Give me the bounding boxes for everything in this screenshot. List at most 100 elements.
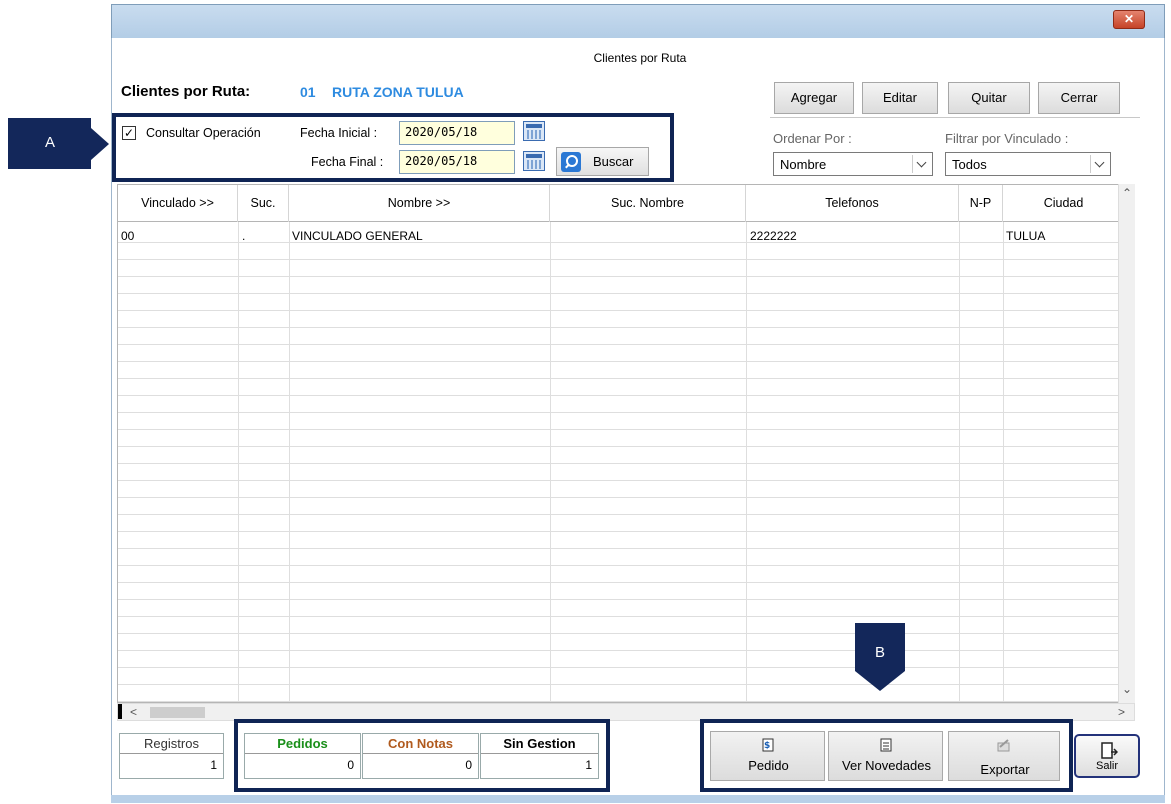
- scroll-up-icon[interactable]: ⌃: [1122, 186, 1132, 200]
- filtrar-vinculado-label: Filtrar por Vinculado :: [945, 131, 1069, 146]
- row-separator: [118, 412, 1128, 413]
- row-separator: [118, 259, 1128, 260]
- route-code: 01: [300, 84, 316, 100]
- row-separator: [118, 497, 1128, 498]
- fecha-inicial-label: Fecha Inicial :: [300, 126, 378, 140]
- window-titlebar: [111, 4, 1165, 38]
- window-bottom-border: [111, 795, 1165, 803]
- con-notas-value: 0: [465, 758, 472, 772]
- column-divider: [238, 222, 239, 702]
- column-header-ciudad[interactable]: Ciudad: [1003, 185, 1125, 222]
- scroll-down-icon[interactable]: ⌄: [1122, 682, 1132, 696]
- column-divider: [746, 222, 747, 702]
- cell-ciudad: TULUA: [1006, 229, 1046, 243]
- pedidos-value: 0: [347, 758, 354, 772]
- annotation-tag-b: B: [855, 623, 905, 671]
- ordenar-por-label: Ordenar Por :: [773, 131, 852, 146]
- column-header-vinculado[interactable]: Vinculado >>: [118, 185, 238, 222]
- column-header-telefonos[interactable]: Telefonos: [746, 185, 959, 222]
- ordenar-por-select[interactable]: Nombre: [773, 152, 933, 176]
- editar-button[interactable]: Editar: [862, 82, 938, 114]
- salir-button[interactable]: Salir: [1074, 734, 1140, 778]
- grid-header: Vinculado >> Suc. Nombre >> Suc. Nombre …: [118, 185, 1134, 222]
- fecha-final-label: Fecha Final :: [311, 155, 384, 169]
- document-icon: [880, 738, 891, 752]
- row-separator: [118, 463, 1128, 464]
- vertical-scrollbar[interactable]: ⌃ ⌄: [1118, 184, 1135, 703]
- pedidos-box: Pedidos 0: [244, 733, 361, 779]
- column-divider: [1003, 222, 1004, 702]
- cell-vinculado: 00: [121, 229, 135, 243]
- scroll-left-icon[interactable]: <: [130, 705, 137, 719]
- row-separator: [118, 276, 1128, 277]
- filtrar-vinculado-value: Todos: [952, 157, 987, 172]
- row-separator: [118, 565, 1128, 566]
- filtrar-vinculado-select[interactable]: Todos: [945, 152, 1111, 176]
- row-separator: [118, 310, 1128, 311]
- ordenar-por-value: Nombre: [780, 157, 827, 172]
- chevron-down-icon: [1090, 155, 1108, 173]
- row-separator: [118, 616, 1128, 617]
- fecha-inicial-field[interactable]: 2020/05/18: [399, 121, 515, 145]
- column-header-suc[interactable]: Suc.: [238, 185, 289, 222]
- clients-grid[interactable]: Vinculado >> Suc. Nombre >> Suc. Nombre …: [117, 184, 1135, 703]
- annotation-tag-a: A: [8, 118, 91, 169]
- row-separator: [118, 582, 1128, 583]
- column-header-suc-nombre[interactable]: Suc. Nombre: [550, 185, 746, 222]
- annotation-label-b: B: [874, 644, 885, 661]
- row-separator: [118, 684, 1128, 685]
- row-separator: [118, 395, 1128, 396]
- registros-box: Registros 1: [119, 733, 224, 779]
- agregar-button[interactable]: Agregar: [774, 82, 854, 114]
- cell-telefonos: 2222222: [750, 229, 797, 243]
- cell-suc: .: [242, 229, 246, 243]
- column-divider: [959, 222, 960, 702]
- ver-novedades-button[interactable]: Ver Novedades: [828, 731, 943, 781]
- cerrar-button[interactable]: Cerrar: [1038, 82, 1120, 114]
- annotation-arrow-right: [91, 128, 109, 160]
- buscar-button[interactable]: Buscar: [556, 147, 649, 176]
- exportar-button[interactable]: Exportar: [948, 731, 1060, 781]
- row-separator: [118, 599, 1128, 600]
- calendar-icon[interactable]: [523, 121, 545, 141]
- column-header-np[interactable]: N-P: [959, 185, 1003, 222]
- sin-gestion-box: Sin Gestion 1: [480, 733, 599, 779]
- row-separator: [118, 633, 1128, 634]
- scroll-right-icon[interactable]: >: [1118, 705, 1125, 719]
- con-notas-label: Con Notas: [363, 734, 478, 754]
- exit-door-icon: [1101, 742, 1118, 759]
- annotation-arrow-down: [855, 671, 905, 691]
- row-separator: [118, 480, 1128, 481]
- sin-gestion-value: 1: [585, 758, 592, 772]
- window-title: Clientes por Ruta: [593, 51, 687, 65]
- con-notas-box: Con Notas 0: [362, 733, 479, 779]
- consultar-operacion-label: Consultar Operación: [146, 126, 261, 140]
- column-divider: [550, 222, 551, 702]
- consultar-operacion-checkbox[interactable]: ✓: [122, 126, 136, 140]
- close-icon[interactable]: ✕: [1113, 10, 1145, 29]
- row-separator: [118, 514, 1128, 515]
- pedido-label: Pedido: [748, 758, 789, 773]
- svg-text:$: $: [764, 741, 770, 751]
- column-header-nombre[interactable]: Nombre >>: [289, 185, 550, 222]
- row-separator: [118, 293, 1128, 294]
- calendar-icon[interactable]: [523, 151, 545, 171]
- route-name: RUTA ZONA TULUA: [332, 84, 464, 100]
- annotation-label-a: A: [45, 134, 56, 151]
- row-separator: [118, 548, 1128, 549]
- row-cursor-marker: [118, 704, 122, 719]
- fecha-final-field[interactable]: 2020/05/18: [399, 150, 515, 174]
- row-separator: [118, 242, 1128, 243]
- row-separator: [118, 650, 1128, 651]
- row-separator: [118, 344, 1128, 345]
- row-separator: [118, 378, 1128, 379]
- search-icon: [561, 152, 581, 172]
- exportar-label: Exportar: [980, 762, 1030, 777]
- scroll-thumb[interactable]: [150, 707, 205, 718]
- quitar-button[interactable]: Quitar: [948, 82, 1030, 114]
- chevron-down-icon: [912, 155, 930, 173]
- buscar-label: Buscar: [593, 154, 634, 169]
- pedido-button[interactable]: $ Pedido: [710, 731, 825, 781]
- row-separator: [118, 701, 1128, 702]
- row-separator: [118, 446, 1128, 447]
